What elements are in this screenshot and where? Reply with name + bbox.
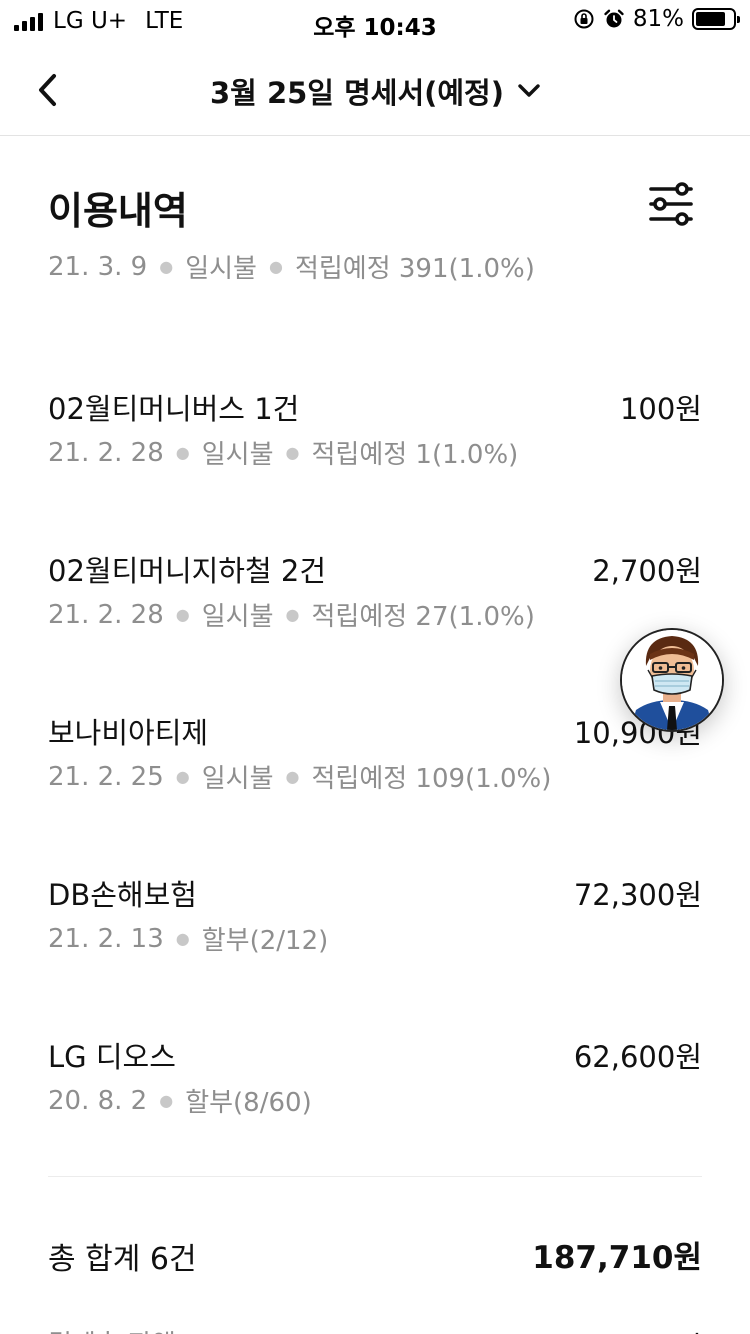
status-bar: LG U+ LTE 오후 10:43 81% bbox=[0, 0, 750, 42]
transaction-amount: 62,600원 bbox=[573, 1040, 702, 1074]
transaction-date: 21. 2. 28 bbox=[48, 437, 164, 468]
merchant-name: 02월티머니버스 1건 bbox=[48, 392, 300, 426]
merchant-name: 보나비아티제 bbox=[48, 716, 209, 750]
payment-type: 일시불 bbox=[201, 602, 274, 632]
merchant-name: DB손해보험 bbox=[48, 878, 197, 912]
reward-points: 적립예정 27(1.0%) bbox=[311, 602, 535, 632]
battery-fill bbox=[696, 12, 726, 26]
chevron-down-icon bbox=[518, 84, 540, 97]
total-amount: 187,710원 bbox=[532, 1240, 702, 1276]
separator-dot: ● bbox=[175, 443, 190, 462]
payment-type: 일시불 bbox=[185, 254, 257, 284]
total-count-label: 총 합계 6건 bbox=[48, 1242, 197, 1277]
transaction-meta: 21. 2. 13 ● 할부(2/12) bbox=[48, 920, 328, 957]
payment-type: 일시불 bbox=[201, 764, 274, 794]
transaction-date: 20. 8. 2 bbox=[48, 1085, 148, 1116]
transaction-amount: 2,700원 bbox=[592, 554, 702, 588]
transaction-date: 21. 2. 25 bbox=[48, 761, 164, 792]
battery-percent: 81% bbox=[632, 6, 684, 32]
transaction-meta: 20. 8. 2 ● 할부(8/60) bbox=[48, 1082, 312, 1119]
separator-dot: ● bbox=[285, 767, 300, 786]
reward-points: 적립예정 109(1.0%) bbox=[311, 764, 552, 794]
sliders-icon bbox=[649, 182, 693, 226]
transaction-meta: 21. 2. 25 ● 일시불 ● 적립예정 109(1.0%) bbox=[48, 758, 551, 795]
page-title: 3월 25일 명세서(예정) bbox=[210, 76, 504, 110]
reward-points: 적립예정 391(1.0%) bbox=[294, 254, 535, 284]
separator-dot: ● bbox=[159, 257, 174, 276]
payment-type: 할부(2/12) bbox=[201, 926, 329, 956]
statement-selector[interactable]: 3월 25일 명세서(예정) bbox=[0, 70, 750, 112]
transaction-date: 21. 2. 28 bbox=[48, 599, 164, 630]
avatar-masked-man-icon bbox=[622, 630, 722, 730]
transaction-amount: 100원 bbox=[619, 392, 702, 426]
section-title: 이용내역 bbox=[48, 189, 188, 233]
separator-dot: ● bbox=[175, 929, 190, 948]
balance-label: 결제후 잔액 bbox=[48, 1324, 176, 1334]
transaction-meta: 21. 2. 28 ● 일시불 ● 적립예정 1(1.0%) bbox=[48, 434, 518, 471]
reward-points: 적립예정 1(1.0%) bbox=[311, 440, 519, 470]
balance-amount: 3,272,290원 bbox=[528, 1324, 702, 1334]
separator-dot: ● bbox=[159, 1091, 174, 1110]
payment-type: 일시불 bbox=[201, 440, 274, 470]
merchant-name: 02월티머니지하철 2건 bbox=[48, 554, 327, 588]
transaction-meta: 21. 2. 28 ● 일시불 ● 적립예정 27(1.0%) bbox=[48, 596, 535, 633]
filter-button[interactable] bbox=[648, 182, 694, 226]
battery-icon bbox=[692, 8, 740, 30]
separator-dot: ● bbox=[285, 605, 300, 624]
usage-section-header: 이용내역 bbox=[48, 180, 702, 240]
orientation-lock-icon bbox=[574, 9, 594, 29]
transaction-meta: 21. 3. 9 ● 일시불 ● 적립예정 391(1.0%) bbox=[48, 248, 535, 285]
separator-dot: ● bbox=[175, 605, 190, 624]
navigation-bar: 3월 25일 명세서(예정) bbox=[0, 46, 750, 136]
payment-type: 할부(8/60) bbox=[185, 1088, 312, 1118]
floating-avatar-button[interactable] bbox=[620, 628, 724, 732]
merchant-name: LG 디오스 bbox=[48, 1040, 176, 1074]
status-bar-right: 81% bbox=[573, 6, 740, 32]
transaction-amount: 72,300원 bbox=[573, 878, 702, 912]
separator-dot: ● bbox=[268, 257, 283, 276]
separator-dot: ● bbox=[175, 767, 190, 786]
transaction-date: 21. 2. 13 bbox=[48, 923, 164, 954]
transaction-list[interactable]: 21. 3. 9 ● 일시불 ● 적립예정 391(1.0%) 02월티머니버스… bbox=[0, 244, 750, 1334]
summary-divider bbox=[48, 1176, 702, 1177]
transaction-date: 21. 3. 9 bbox=[48, 251, 148, 282]
separator-dot: ● bbox=[285, 443, 300, 462]
alarm-icon bbox=[604, 9, 624, 28]
